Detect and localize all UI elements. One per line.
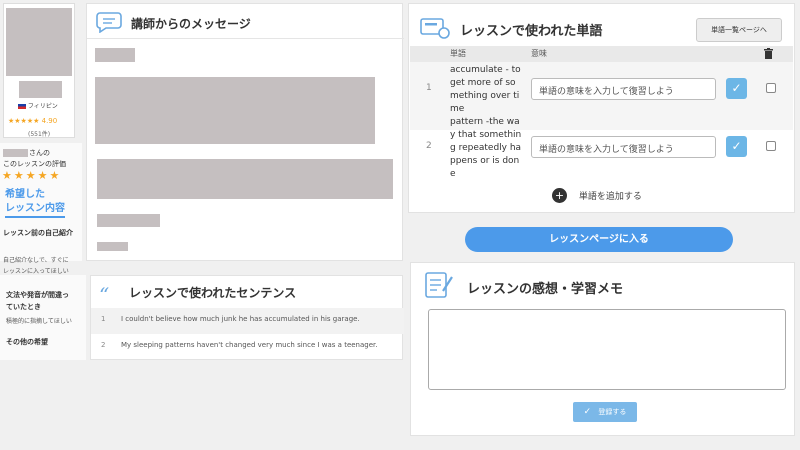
tutor-country-label: フィリピン <box>27 103 58 110</box>
flag-icon <box>18 104 26 109</box>
vocab-word-line: ppens or is don <box>450 156 520 166</box>
quote-icon: “ <box>99 283 110 307</box>
enter-lesson-button[interactable]: レッスンページに入る <box>465 227 733 252</box>
self-intro-text: 自己紹介なしで、すぐに <box>3 256 69 266</box>
meaning-input[interactable]: 単語の意味を入力して復習しよう <box>531 78 716 100</box>
sentence-text: I couldn't believe how much junk he has … <box>121 315 360 323</box>
review-count: (551件) <box>28 131 51 138</box>
tutor-name-placeholder <box>19 81 62 98</box>
self-intro-title: レッスン前の自己紹介 <box>3 229 73 237</box>
vocab-row-number: 1 <box>426 83 432 93</box>
self-intro-text-line2: レッスンに入ってほしい <box>3 268 69 275</box>
sentences-title: レッスンで使われたセンテンス <box>129 286 297 300</box>
meaning-input[interactable]: 単語の意味を入力して復習しよう <box>531 136 716 158</box>
vocab-word-line: get more of so <box>450 78 516 88</box>
sentence-number: 2 <box>101 341 106 349</box>
save-meaning-button[interactable]: ✓ <box>726 136 747 157</box>
student-name-placeholder <box>3 149 28 157</box>
sentence-number: 1 <box>101 315 106 323</box>
plus-circle-icon: + <box>552 188 567 203</box>
tutor-rating: ★★★★★ 4.90 <box>8 117 57 125</box>
vocab-word-line: y that somethin <box>450 130 522 140</box>
vocab-word: pattern -the wa y that somethin g repeat… <box>450 116 521 181</box>
col-meaning-header: 意味 <box>531 49 547 58</box>
memo-submit-label: 登録する <box>598 408 627 416</box>
col-word-header: 単語 <box>450 49 466 58</box>
sentence-row: 2 My sleeping patterns haven't changed v… <box>91 334 404 360</box>
vocab-header-row: 単語 意味 <box>410 46 793 62</box>
requests-title-line2: レッスン内容 <box>5 202 65 218</box>
vocab-word-line: me <box>450 104 465 114</box>
vocab-title: レッスンで使われた単語 <box>460 24 603 39</box>
self-intro-text-line1: 自己紹介なしで、すぐに <box>3 257 69 264</box>
chat-bubble-icon <box>96 11 122 33</box>
sentences-card: “ レッスンで使われたセンテンス 1 I couldn't believe ho… <box>90 275 404 360</box>
memo-card: レッスンの感想・学習メモ ✓ 登録する <box>410 262 795 436</box>
requests-title-line1: 希望した <box>5 189 45 200</box>
save-meaning-button[interactable]: ✓ <box>726 78 747 99</box>
vocab-word-line: pattern -the wa <box>450 117 520 127</box>
grammar-request: 文法や発音が間違っ ていたとき <box>6 289 69 313</box>
tutor-photo <box>6 8 72 76</box>
vocab-list-button-label: 単語一覧ページへ <box>711 26 767 34</box>
trash-icon[interactable] <box>764 48 773 62</box>
memo-submit-button[interactable]: ✓ 登録する <box>573 402 637 422</box>
lesson-info-panel: さんの このレッスンの評価 ★★★★★ 希望した レッスン内容 レッスン前の自己… <box>0 143 82 264</box>
message-line-placeholder-1 <box>95 48 135 62</box>
vocab-list-button[interactable]: 単語一覧ページへ <box>696 18 782 42</box>
vocab-word: accumulate - to get more of so mething o… <box>450 64 521 116</box>
message-line-placeholder-3 <box>97 242 128 251</box>
message-block-placeholder-2 <box>97 159 393 199</box>
rating-value: 4.90 <box>41 117 58 125</box>
check-icon: ✓ <box>583 407 592 417</box>
meaning-input-placeholder: 単語の意味を入力して復習しよう <box>539 87 674 97</box>
sentence-text: My sleeping patterns haven't changed ver… <box>121 341 378 349</box>
add-word-label: 単語を追加する <box>578 192 642 202</box>
grammar-request-text: 積極的に指摘してほしい <box>6 318 72 325</box>
vocab-word-line: mething over ti <box>450 91 520 101</box>
vocab-word-line: e <box>450 169 456 179</box>
rating-stars-icon: ★★★★★ <box>8 117 40 125</box>
card-icon <box>420 17 450 39</box>
requests-title: 希望した レッスン内容 <box>5 188 65 218</box>
message-line-placeholder-2 <box>97 214 160 227</box>
tutor-profile-card: フィリピン ★★★★★ 4.90 (551件) <box>3 3 75 138</box>
header-divider <box>87 38 404 39</box>
row-select-checkbox[interactable] <box>766 83 776 93</box>
rating-label-suffix: さんの <box>29 149 50 157</box>
meaning-input-placeholder: 単語の意味を入力して復習しよう <box>539 145 674 155</box>
grammar-title-line2: ていたとき <box>6 303 41 311</box>
sentence-row: 1 I couldn't believe how much junk he ha… <box>91 308 404 334</box>
row-select-checkbox[interactable] <box>766 141 776 151</box>
vocab-word-line: accumulate - to <box>450 65 521 75</box>
memo-textarea[interactable] <box>428 309 786 390</box>
other-request-title: その他の希望 <box>6 338 48 346</box>
add-word-button[interactable]: + 単語を追加する <box>552 188 642 203</box>
vocab-row: 2 pattern -the wa y that somethin g repe… <box>410 117 793 181</box>
message-title: 講師からのメッセージ <box>131 17 251 31</box>
memo-note-icon <box>425 271 455 299</box>
tutor-country: フィリピン <box>18 101 58 110</box>
vocab-row-number: 2 <box>426 141 432 151</box>
teacher-message-card: 講師からのメッセージ <box>86 3 404 261</box>
lesson-rating-label: このレッスンの評価 <box>3 160 66 168</box>
requests-list: 文法や発音が間違っ ていたとき 積極的に指摘してほしい その他の希望 <box>0 275 86 360</box>
lesson-rating-stars-icon: ★★★★★ <box>2 169 62 182</box>
message-block-placeholder-1 <box>95 77 375 144</box>
enter-lesson-label: レッスンページに入る <box>549 234 649 245</box>
grammar-title-line1: 文法や発音が間違っ <box>6 291 69 299</box>
memo-title: レッスンの感想・学習メモ <box>467 282 624 297</box>
vocab-word-line: g repeatedly ha <box>450 143 522 153</box>
